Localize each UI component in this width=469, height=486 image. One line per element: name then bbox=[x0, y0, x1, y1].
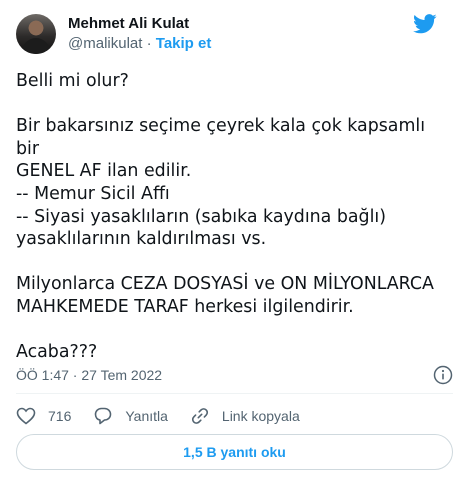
divider bbox=[16, 393, 453, 394]
tweet-card: Mehmet Ali Kulat @malikulat · Takip et B… bbox=[0, 0, 469, 486]
info-icon[interactable] bbox=[433, 365, 453, 385]
tweet-text: Belli mi olur? Bir bakarsınız seçime çey… bbox=[16, 70, 453, 364]
tweet-paragraph-4: Acaba??? bbox=[16, 342, 98, 363]
avatar[interactable] bbox=[16, 14, 56, 54]
link-icon bbox=[191, 408, 208, 424]
author-handle[interactable]: @malikulat bbox=[68, 35, 142, 52]
author-name[interactable]: Mehmet Ali Kulat bbox=[68, 14, 211, 33]
tweet-line-1: Belli mi olur? bbox=[16, 71, 129, 91]
like-count: 716 bbox=[48, 408, 72, 424]
like-button[interactable]: 716 bbox=[16, 407, 71, 425]
speech-bubble-icon bbox=[95, 407, 112, 425]
follow-button[interactable]: Takip et bbox=[156, 35, 212, 52]
tweet-meta: ÖÖ 1:47 · 27 Tem 2022 bbox=[16, 364, 453, 386]
copy-link-label: Link kopyala bbox=[221, 408, 300, 424]
copy-link-button[interactable]: Link kopyala bbox=[190, 406, 300, 426]
read-replies-button[interactable]: 1,5 B yanıtı oku bbox=[16, 434, 453, 470]
tweet-actions: 716 Yanıtla Link kopyala bbox=[16, 404, 322, 428]
heart-icon bbox=[16, 407, 36, 425]
avatar-figure bbox=[22, 38, 50, 54]
tweet-header: Mehmet Ali Kulat @malikulat · Takip et bbox=[16, 0, 453, 62]
tweet-paragraph-2: Bir bakarsınız seçime çeyrek kala çok ka… bbox=[16, 116, 426, 250]
author-block: Mehmet Ali Kulat @malikulat · Takip et bbox=[68, 14, 211, 53]
twitter-bird-icon[interactable] bbox=[413, 14, 437, 34]
separator-dot: · bbox=[146, 35, 152, 52]
author-handle-row: @malikulat · Takip et bbox=[68, 34, 211, 53]
tweet-paragraph-3: Milyonlarca CEZA DOSYASİ ve ON MİLYONLAR… bbox=[16, 274, 434, 317]
tweet-timestamp[interactable]: ÖÖ 1:47 · 27 Tem 2022 bbox=[16, 367, 162, 383]
reply-label: Yanıtla bbox=[125, 408, 168, 424]
reply-button[interactable]: Yanıtla bbox=[93, 406, 168, 426]
